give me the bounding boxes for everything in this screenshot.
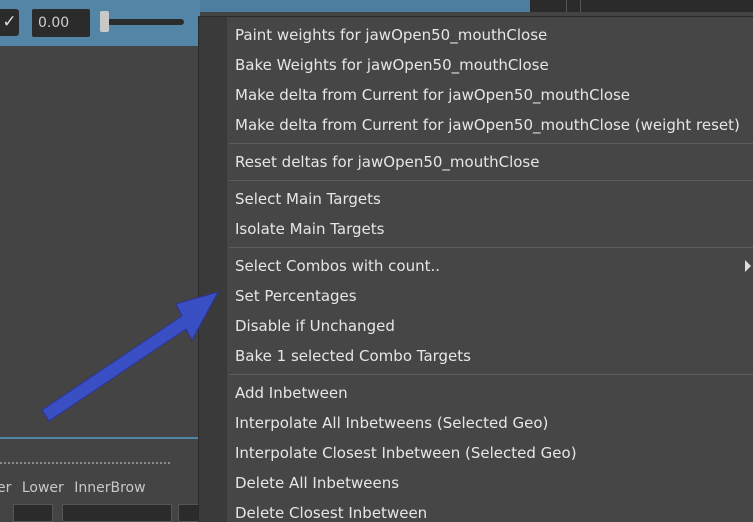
context-menu: Paint weights for jawOpen50_mouthClose Ba… [198,16,753,522]
menu-item[interactable]: Delete All Inbetweens [235,468,399,498]
menu-item[interactable]: Disable if Unchanged [235,311,395,341]
selected-row-highlight-extension [200,0,530,12]
menu-item[interactable]: Paint weights for jawOpen50_mouthClose [235,20,547,50]
submenu-arrow-icon [745,260,751,272]
menu-separator [229,143,753,144]
bottom-column-labels: er Lower InnerBrow [0,480,152,496]
menu-item[interactable]: Select Combos with count.. [235,251,440,281]
menu-separator [229,180,753,181]
menu-icon-gutter [199,17,227,522]
menu-item[interactable]: Interpolate Closest Inbetween (Selected … [235,438,577,468]
menu-item[interactable]: Reset deltas for jawOpen50_mouthClose [235,147,539,177]
column-label: er [0,480,12,496]
bottom-field[interactable] [13,504,53,522]
menu-separator [229,374,753,375]
weight-slider-handle[interactable] [100,11,109,32]
right-header-strip [530,0,753,12]
menu-item[interactable]: Bake Weights for jawOpen50_mouthClose [235,50,549,80]
menu-item[interactable]: Delete Closest Inbetween [235,498,427,522]
weight-slider-track[interactable] [100,19,184,25]
menu-item[interactable]: Bake 1 selected Combo Targets [235,341,471,371]
menu-item[interactable]: Isolate Main Targets [235,214,384,244]
menu-item[interactable]: Add Inbetween [235,378,348,408]
menu-separator [229,247,753,248]
menu-item[interactable]: Select Main Targets [235,184,381,214]
panel-divider [0,437,225,439]
menu-item[interactable]: Make delta from Current for jawOpen50_mo… [235,110,740,140]
weight-value-field[interactable]: 0.00 [32,9,90,37]
checkmark-icon: ✓ [2,12,17,32]
target-enabled-checkbox[interactable]: ✓ [0,9,19,36]
bottom-field[interactable] [62,504,172,522]
menu-item[interactable]: Interpolate All Inbetweens (Selected Geo… [235,408,548,438]
column-label: InnerBrow [74,480,146,496]
column-label: Lower [21,480,64,496]
menu-item[interactable]: Set Percentages [235,281,357,311]
splitter-handle[interactable] [0,462,170,464]
maya-window: ✓ 0.00 er Lower InnerBrow Paint weights … [0,0,753,522]
menu-item[interactable]: Make delta from Current for jawOpen50_mo… [235,80,630,110]
bottom-fields [0,504,225,522]
